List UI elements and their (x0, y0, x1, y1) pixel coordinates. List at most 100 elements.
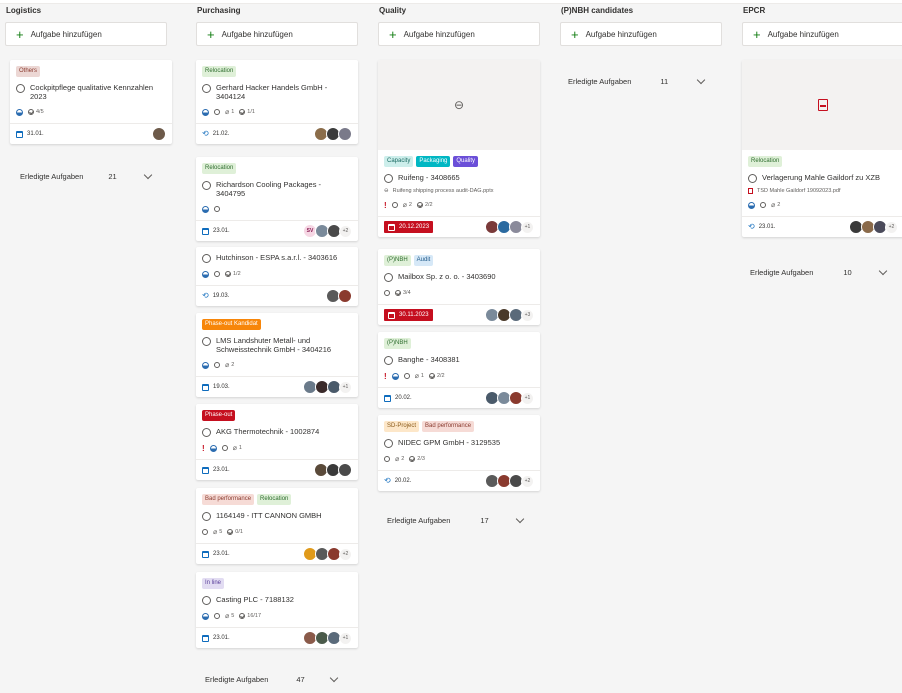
completed-tasks-label: Erledigte Aufgaben (387, 516, 451, 525)
pdf-icon (748, 188, 753, 194)
complete-checkbox[interactable] (202, 337, 211, 346)
complete-checkbox[interactable] (202, 254, 211, 263)
progress-icon (391, 372, 399, 380)
task-card[interactable]: In line Casting PLC - 7188132 ⌀ 5 16/17 2… (196, 572, 358, 648)
task-title: Richardson Cooling Packages - 3404795 (216, 180, 322, 198)
complete-checkbox[interactable] (202, 181, 211, 190)
complete-checkbox[interactable] (202, 84, 211, 93)
checklist-icon (416, 202, 423, 208)
add-task-button[interactable]: + Aufgabe hinzufügen (560, 22, 722, 46)
task-card[interactable]: Relocation Verlagerung Mahle Gaildorf zu… (742, 60, 902, 237)
attachment-preview[interactable] (742, 60, 902, 150)
task-card[interactable]: ⊖ Capacity Packaging Quality Ruifeng - 3… (378, 60, 540, 237)
paperclip-icon: ⌀ (213, 529, 218, 536)
label-tag: Audit (413, 255, 434, 266)
task-title: Casting PLC - 7188132 (216, 595, 294, 604)
label-tag: Relocation (257, 494, 292, 505)
avatar[interactable] (152, 127, 166, 141)
complete-checkbox[interactable] (748, 174, 757, 183)
paperclip-icon: ⌀ (225, 613, 230, 620)
label-tag: Relocation (202, 66, 237, 77)
more-assignees[interactable]: +3 (521, 308, 534, 322)
add-task-button[interactable]: + Aufgabe hinzufügen (196, 22, 358, 46)
attachment-link[interactable]: TSD Mahle Gaildorf 19092023.pdf (748, 188, 898, 194)
more-assignees[interactable]: +1 (521, 391, 534, 405)
more-assignees[interactable]: +1 (339, 380, 352, 394)
attachment-link[interactable]: ⊖ Ruifeng shipping process audit-DAG.pptx (384, 188, 534, 194)
due-date-overdue: 20.12.2023 (384, 221, 434, 233)
due-date: 23.01. (202, 464, 230, 476)
more-assignees[interactable]: +2 (339, 224, 352, 238)
due-date: 23.01. (202, 548, 230, 560)
progress-icon (209, 444, 217, 452)
add-task-button[interactable]: + Aufgabe hinzufügen (742, 22, 902, 46)
add-task-button[interactable]: + Aufgabe hinzufügen (5, 22, 167, 46)
completed-tasks-toggle[interactable]: Erledigte Aufgaben 21 (20, 170, 170, 181)
column-logistics: Logistics + Aufgabe hinzufügen (5, 4, 167, 46)
column-title: Logistics (6, 6, 42, 15)
label-tag: Packaging (416, 156, 451, 167)
complete-checkbox[interactable] (16, 84, 25, 93)
recurring-date: ⟲ 23.01. (748, 222, 776, 231)
task-card[interactable]: (P)NBH Banghe - 3408381 ! ⌀ 1 2/2 20.02. … (378, 332, 540, 408)
label-tag: Quality (453, 156, 479, 167)
completed-tasks-toggle[interactable]: Erledigte Aufgaben 17 (387, 514, 537, 525)
task-card[interactable]: Hutchinson - ESPA s.a.r.l. - 3403616 1/2… (196, 247, 358, 306)
task-card[interactable]: Phase-out AKG Thermotechnik - 1002874 ! … (196, 404, 358, 480)
complete-checkbox[interactable] (384, 174, 393, 183)
progress-icon (202, 361, 209, 369)
complete-checkbox[interactable] (202, 512, 211, 521)
chevron-down-icon (878, 266, 887, 276)
comment-icon (384, 456, 390, 462)
plus-icon: + (16, 26, 24, 42)
task-card[interactable]: Relocation Richardson Cooling Packages -… (196, 157, 358, 241)
add-task-label: Aufgabe hinzufügen (403, 29, 475, 39)
complete-checkbox[interactable] (202, 428, 211, 437)
completed-tasks-toggle[interactable]: Erledigte Aufgaben 47 (205, 673, 355, 684)
checklist-icon (225, 271, 231, 277)
label-tag: SD-Project (384, 421, 420, 432)
checklist-count: 4/5 (36, 109, 44, 115)
attachment-preview[interactable]: ⊖ (378, 60, 540, 150)
task-title: Gerhard Hacker Handels GmbH - 3404124 (216, 83, 328, 101)
plus-icon: + (753, 26, 761, 42)
due-date: 31.01. (16, 128, 44, 140)
avatar[interactable] (338, 289, 352, 303)
more-assignees[interactable]: +2 (521, 474, 534, 488)
complete-checkbox[interactable] (202, 596, 211, 605)
label-tag: (P)NBH (384, 255, 411, 266)
due-date: 23.01. (202, 225, 230, 237)
more-assignees[interactable]: +1 (521, 220, 534, 234)
more-assignees[interactable]: +2 (885, 220, 898, 234)
paperclip-icon: ⌀ (402, 202, 407, 209)
task-card[interactable]: Others Cockpitpflege qualitative Kennzah… (10, 60, 172, 144)
priority-icon: ! (384, 371, 387, 381)
comment-icon (214, 109, 220, 115)
task-card[interactable]: Bad performance Relocation 1164149 - ITT… (196, 488, 358, 564)
paperclip-icon: ⌀ (225, 109, 230, 116)
task-card[interactable]: Relocation Gerhard Hacker Handels GmbH -… (196, 60, 358, 144)
avatar[interactable] (338, 127, 352, 141)
progress-icon (748, 201, 755, 209)
column-pnbh-candidates: (P)NBH candidates + Aufgabe hinzufügen (560, 4, 722, 46)
completed-tasks-toggle[interactable]: Erledigte Aufgaben 10 (750, 266, 900, 277)
complete-checkbox[interactable] (384, 273, 393, 282)
more-assignees[interactable]: +2 (339, 547, 352, 561)
checklist-icon (239, 613, 246, 619)
column-quality: Quality + Aufgabe hinzufügen (378, 4, 540, 46)
task-card[interactable]: Phase-out Kandidat LMS Landshuter Metall… (196, 313, 358, 397)
complete-checkbox[interactable] (384, 356, 393, 365)
task-card[interactable]: (P)NBH Audit Mailbox Sp. z o. o. - 34036… (378, 249, 540, 325)
plus-icon: + (571, 26, 579, 42)
chevron-down-icon (696, 75, 706, 85)
more-assignees[interactable]: +1 (339, 631, 352, 645)
comment-icon (403, 373, 410, 379)
add-task-button[interactable]: + Aufgabe hinzufügen (378, 22, 540, 46)
plus-icon: + (207, 26, 215, 42)
comment-icon (214, 362, 220, 368)
complete-checkbox[interactable] (384, 439, 393, 448)
avatar[interactable] (338, 463, 352, 477)
comment-icon (221, 445, 228, 451)
completed-tasks-toggle[interactable]: Erledigte Aufgaben 11 (568, 75, 718, 86)
task-card[interactable]: SD-Project Bad performance NIDEC GPM Gmb… (378, 415, 540, 491)
